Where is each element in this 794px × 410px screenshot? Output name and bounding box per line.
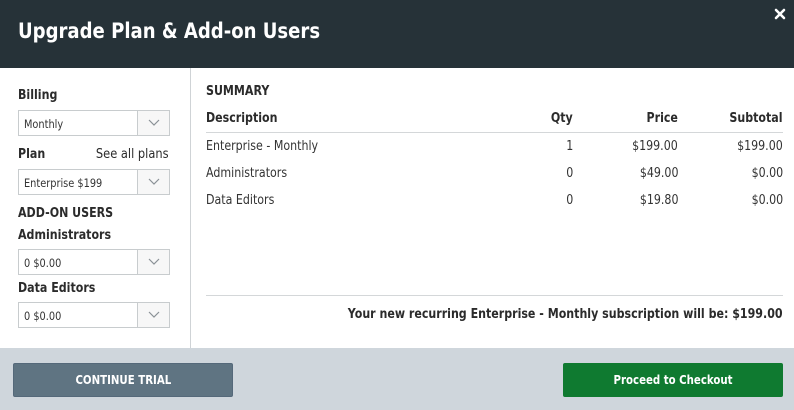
data-editors-select-value: 0 $0.00 xyxy=(24,309,62,323)
summary-panel: SUMMARY Description Qty Price Subtotal E… xyxy=(206,68,783,348)
row-qty: 0 xyxy=(565,166,573,181)
row-price: $19.80 xyxy=(639,193,678,208)
table-header-divider xyxy=(206,132,783,133)
close-icon[interactable] xyxy=(772,6,788,22)
proceed-to-checkout-button[interactable]: Proceed to Checkout xyxy=(563,363,783,397)
row-subtotal: $199.00 xyxy=(737,139,783,154)
continue-trial-button[interactable]: CONTINUE TRIAL xyxy=(13,363,233,397)
plan-select[interactable]: Enterprise $199 xyxy=(18,169,170,195)
row-price: $49.00 xyxy=(639,166,678,181)
plan-select-value: Enterprise $199 xyxy=(24,176,103,190)
chevron-down-icon xyxy=(148,311,160,318)
administrators-label: Administrators xyxy=(18,228,112,243)
billing-select[interactable]: Monthly xyxy=(18,110,170,136)
proceed-to-checkout-label: Proceed to Checkout xyxy=(613,373,733,387)
chevron-down-icon xyxy=(148,178,160,185)
data-editors-label: Data Editors xyxy=(18,281,96,296)
row-price: $199.00 xyxy=(632,139,678,154)
column-header-subtotal: Subtotal xyxy=(729,111,783,126)
row-subtotal: $0.00 xyxy=(751,166,783,181)
summary-title: SUMMARY xyxy=(206,84,270,99)
column-header-price: Price xyxy=(646,111,678,126)
column-header-qty: Qty xyxy=(551,111,573,126)
dialog-footer: CONTINUE TRIAL Proceed to Checkout xyxy=(0,348,794,410)
billing-select-value: Monthly xyxy=(24,117,64,131)
data-editors-select[interactable]: 0 $0.00 xyxy=(18,302,170,328)
dialog-header: Upgrade Plan & Add-on Users xyxy=(0,0,794,68)
row-description: Administrators xyxy=(206,166,288,181)
plan-options-panel: Billing Monthly Plan See all plans Enter… xyxy=(0,68,191,348)
summary-total-divider xyxy=(206,295,783,296)
chevron-down-icon xyxy=(148,258,160,265)
row-qty: 1 xyxy=(565,139,573,154)
row-qty: 0 xyxy=(565,193,573,208)
see-all-plans-link[interactable]: See all plans xyxy=(96,147,169,162)
row-description: Enterprise - Monthly xyxy=(206,139,319,154)
billing-label: Billing xyxy=(18,88,58,103)
continue-trial-label: CONTINUE TRIAL xyxy=(75,373,171,387)
add-on-users-heading: ADD-ON USERS xyxy=(18,206,114,221)
administrators-select-value: 0 $0.00 xyxy=(24,256,62,270)
column-header-description: Description xyxy=(206,111,278,126)
row-subtotal: $0.00 xyxy=(751,193,783,208)
row-description: Data Editors xyxy=(206,193,275,208)
dialog-title: Upgrade Plan & Add-on Users xyxy=(18,19,321,43)
chevron-down-icon xyxy=(148,119,160,126)
recurring-total-text: Your new recurring Enterprise - Monthly … xyxy=(348,307,783,322)
plan-label: Plan xyxy=(18,147,46,162)
administrators-select[interactable]: 0 $0.00 xyxy=(18,249,170,275)
